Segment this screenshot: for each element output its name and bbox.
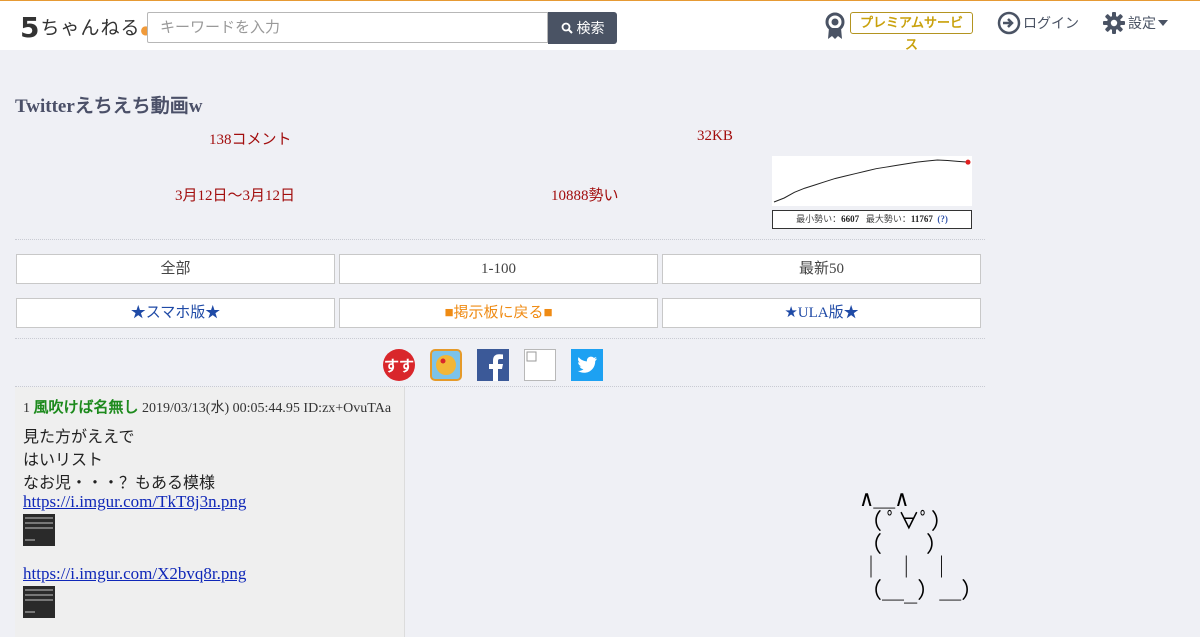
nav-all[interactable]: 全部 bbox=[16, 254, 335, 284]
search-button[interactable]: 検索 bbox=[548, 12, 617, 44]
top-bar: 5ちゃんねる● 検索 プレミアムサービス ログイン 設定 bbox=[0, 0, 1200, 53]
nav-1-100[interactable]: 1-100 bbox=[339, 254, 658, 284]
post-line: はいリスト bbox=[23, 450, 104, 469]
date-range: 3月12日〜3月12日 bbox=[175, 188, 296, 204]
image-thumbnail[interactable] bbox=[23, 586, 55, 618]
thread-title: Twitterえちえち動画w bbox=[15, 96, 203, 117]
image-link[interactable]: https://i.imgur.com/TkT8j3n.png bbox=[23, 492, 246, 512]
poster-id[interactable]: ID:zx+OvuTAa bbox=[303, 401, 391, 416]
broken-image-icon[interactable] bbox=[524, 349, 556, 381]
search-input[interactable] bbox=[147, 12, 548, 43]
login-label: ログイン bbox=[1023, 16, 1079, 32]
gear-icon bbox=[1103, 12, 1125, 34]
twitter-icon[interactable] bbox=[571, 349, 603, 381]
settings-menu[interactable]: 設定 bbox=[1102, 11, 1168, 35]
login-button[interactable]: ログイン bbox=[997, 11, 1079, 35]
post-number[interactable]: 1 bbox=[23, 401, 30, 416]
momentum-line bbox=[773, 159, 969, 203]
caret-down-icon bbox=[1158, 20, 1168, 26]
nav-ula[interactable]: ★ULA版★ bbox=[662, 298, 981, 328]
momentum: 10888勢い bbox=[551, 188, 619, 204]
login-icon bbox=[997, 11, 1021, 35]
post-datetime: 2019/03/13(水) 00:05:44.95 bbox=[142, 401, 300, 416]
nav-back-to-board[interactable]: ■掲示板に戻る■ bbox=[339, 298, 658, 328]
poster-name: 風吹けば名無し bbox=[33, 400, 139, 416]
comment-count: 138コメント bbox=[209, 132, 292, 148]
help-link[interactable]: (?) bbox=[937, 214, 948, 224]
site-logo[interactable]: 5ちゃんねる● bbox=[20, 11, 152, 44]
bookmark-icon[interactable] bbox=[430, 349, 462, 381]
image-thumbnail[interactable] bbox=[23, 514, 55, 546]
post-1: 1 風吹けば名無し 2019/03/13(水) 00:05:44.95 ID:z… bbox=[15, 387, 405, 637]
chart-caption: 最小勢い：6607 最大勢い：11767 (?) bbox=[772, 210, 972, 229]
settings-label: 設定 bbox=[1128, 16, 1156, 32]
premium-service-button[interactable]: プレミアムサービス bbox=[850, 12, 973, 53]
divider bbox=[15, 239, 985, 240]
thread-size: 32KB bbox=[697, 128, 733, 144]
nav-latest50[interactable]: 最新50 bbox=[662, 254, 981, 284]
momentum-current-point bbox=[965, 159, 971, 165]
facebook-icon[interactable] bbox=[477, 349, 509, 381]
ascii-art-cat: ∧＿∧ （ ﾟ∀ﾟ） （ ） ｜ ｜ ｜ （＿_）＿） bbox=[860, 487, 984, 604]
post-line: なお児・・・？もある模様 bbox=[23, 473, 216, 492]
post-body: 見た方がええで はいリスト なお児・・・？もある模様 bbox=[23, 425, 215, 494]
post-line: 見た方がええで bbox=[23, 427, 135, 446]
search-button-label: 検索 bbox=[576, 21, 605, 37]
svg-text:すす: すす bbox=[384, 357, 414, 375]
image-link[interactable]: https://i.imgur.com/X2bvq8r.png bbox=[23, 564, 246, 584]
search-icon bbox=[561, 22, 573, 34]
divider bbox=[15, 338, 985, 339]
nav-smartphone[interactable]: ★スマホ版★ bbox=[16, 298, 335, 328]
momentum-chart bbox=[772, 156, 972, 206]
matome-icon[interactable]: すす bbox=[383, 349, 415, 381]
post-header: 1 風吹けば名無し 2019/03/13(水) 00:05:44.95 ID:z… bbox=[23, 396, 391, 417]
premium-medal-icon[interactable] bbox=[823, 12, 847, 40]
